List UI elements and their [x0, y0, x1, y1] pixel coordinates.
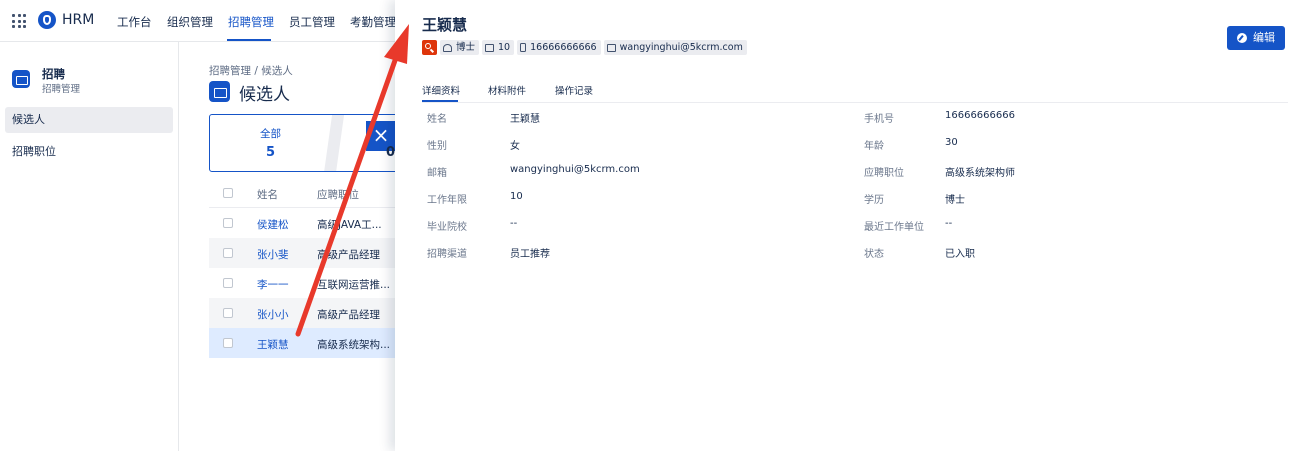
field-value-age: 30: [945, 137, 958, 148]
candidate-name-link[interactable]: 侯建松: [257, 217, 289, 232]
stat-value: 5: [266, 145, 276, 160]
select-all-checkbox[interactable]: [223, 188, 233, 198]
top-nav: HRM 工作台 组织管理 招聘管理 员工管理 考勤管理: [0, 0, 396, 42]
email-tag: wangyinghui@5kcrm.com: [603, 40, 747, 55]
candidate-position: 高级产品经理: [317, 249, 380, 261]
field-label-phone: 手机号: [864, 114, 894, 125]
field-value-school: --: [510, 218, 518, 229]
row-checkbox[interactable]: [223, 218, 233, 228]
phone-tag: 16666666666: [517, 40, 601, 55]
nav-item-workbench[interactable]: 工作台: [117, 14, 152, 30]
row-checkbox[interactable]: [223, 278, 233, 288]
column-header-name[interactable]: 姓名: [257, 187, 278, 202]
edit-button-label: 编辑: [1253, 31, 1275, 44]
candidate-position: 高级系统架构...: [317, 339, 391, 351]
field-value-email: wangyinghui@5kcrm.com: [510, 164, 640, 175]
field-value-channel: 员工推荐: [510, 249, 550, 260]
sidebar-item-candidates[interactable]: 候选人: [5, 107, 173, 133]
search-icon: [422, 40, 437, 55]
column-header-position[interactable]: 应聘职位: [317, 187, 395, 202]
edit-button[interactable]: 编辑: [1227, 26, 1285, 50]
table-row[interactable]: 李一一 互联网运营推...: [209, 268, 395, 298]
nav-item-organization[interactable]: 组织管理: [167, 14, 213, 30]
field-label-channel: 招聘渠道: [427, 249, 467, 260]
candidate-name-link[interactable]: 王颖慧: [257, 337, 289, 352]
tab-attachments[interactable]: 材料附件: [488, 83, 526, 97]
row-checkbox[interactable]: [223, 308, 233, 318]
graduation-cap-icon: [443, 43, 452, 52]
candidate-name-link[interactable]: 张小小: [257, 307, 289, 322]
table-header-row: 姓名 应聘职位: [209, 178, 395, 208]
candidate-table: 姓名 应聘职位 侯建松 高级JAVA工... 张小斐 高级产品经理 李一一 互联…: [209, 178, 395, 358]
table-row[interactable]: 张小斐 高级产品经理: [209, 238, 395, 268]
candidate-detail-panel: 王颖慧 编辑 博士 10 16666666666 wangyinghui@5kc…: [395, 0, 1314, 451]
breadcrumb: 招聘管理 / 候选人: [209, 65, 293, 77]
app-grid-icon[interactable]: [12, 14, 26, 28]
briefcase-icon: [209, 81, 230, 102]
field-value-gender: 女: [510, 141, 520, 152]
candidate-name-link[interactable]: 李一一: [257, 277, 289, 292]
field-label-age: 年龄: [864, 141, 884, 152]
table-row[interactable]: 侯建松 高级JAVA工...: [209, 208, 395, 238]
field-value-education: 博士: [945, 195, 965, 206]
field-value-phone: 16666666666: [945, 110, 1015, 121]
table-row-selected[interactable]: 王颖慧 高级系统架构...: [209, 328, 395, 358]
field-value-last-employer: --: [945, 218, 953, 229]
field-label-work-years: 工作年限: [427, 195, 467, 206]
candidate-position: 互联网运营推...: [317, 279, 391, 291]
field-value-position: 高级系统架构师: [945, 168, 1015, 179]
field-label-school: 毕业院校: [427, 222, 467, 233]
stat-card-all[interactable]: 全部 5 × 0: [209, 114, 399, 172]
field-label-gender: 性别: [427, 141, 447, 152]
stat-value: 0: [386, 145, 396, 160]
field-label-education: 学历: [864, 195, 884, 206]
table-row[interactable]: 张小小 高级产品经理: [209, 298, 395, 328]
briefcase-icon: [12, 70, 30, 88]
mail-icon: [606, 43, 616, 52]
experience-tag: 10: [482, 40, 515, 55]
candidate-position: 高级产品经理: [317, 309, 380, 321]
app-name: HRM: [62, 12, 95, 28]
tab-operation-log[interactable]: 操作记录: [555, 83, 593, 97]
sidebar: 招聘 招聘管理 候选人 招聘职位: [0, 42, 179, 451]
candidate-name-title: 王颖慧: [422, 16, 468, 34]
sidebar-subtitle: 招聘管理: [42, 84, 81, 95]
edit-icon: [1237, 33, 1247, 43]
field-label-position: 应聘职位: [864, 168, 904, 179]
field-label-name: 姓名: [427, 114, 447, 125]
sidebar-item-job-positions[interactable]: 招聘职位: [5, 139, 173, 165]
nav-item-employees[interactable]: 员工管理: [289, 14, 335, 30]
nav-active-indicator: [227, 39, 271, 41]
row-checkbox[interactable]: [223, 248, 233, 258]
candidate-name-link[interactable]: 张小斐: [257, 247, 289, 262]
tab-details[interactable]: 详细资料: [422, 83, 460, 97]
candidate-tags: 博士 10 16666666666 wangyinghui@5kcrm.com: [422, 40, 747, 55]
detail-tabs: 详细资料 材料附件 操作记录: [422, 77, 1288, 103]
field-value-status: 已入职: [945, 249, 975, 260]
sidebar-title: 招聘: [42, 67, 65, 81]
field-label-email: 邮箱: [427, 168, 447, 179]
page-title: 候选人: [239, 85, 290, 105]
education-tag: 博士: [440, 40, 480, 55]
field-value-name: 王颖慧: [510, 114, 540, 125]
candidate-position: 高级JAVA工...: [317, 219, 382, 231]
briefcase-icon: [485, 43, 495, 52]
phone-icon: [520, 43, 527, 52]
nav-item-recruitment[interactable]: 招聘管理: [228, 14, 274, 30]
field-value-work-years: 10: [510, 191, 523, 202]
stat-label: 全部: [260, 128, 281, 140]
nav-item-attendance[interactable]: 考勤管理: [350, 14, 396, 30]
row-checkbox[interactable]: [223, 338, 233, 348]
field-label-status: 状态: [864, 249, 884, 260]
tab-active-indicator: [422, 100, 458, 102]
hrm-logo-icon: [38, 11, 56, 29]
field-label-last-employer: 最近工作单位: [864, 222, 924, 233]
